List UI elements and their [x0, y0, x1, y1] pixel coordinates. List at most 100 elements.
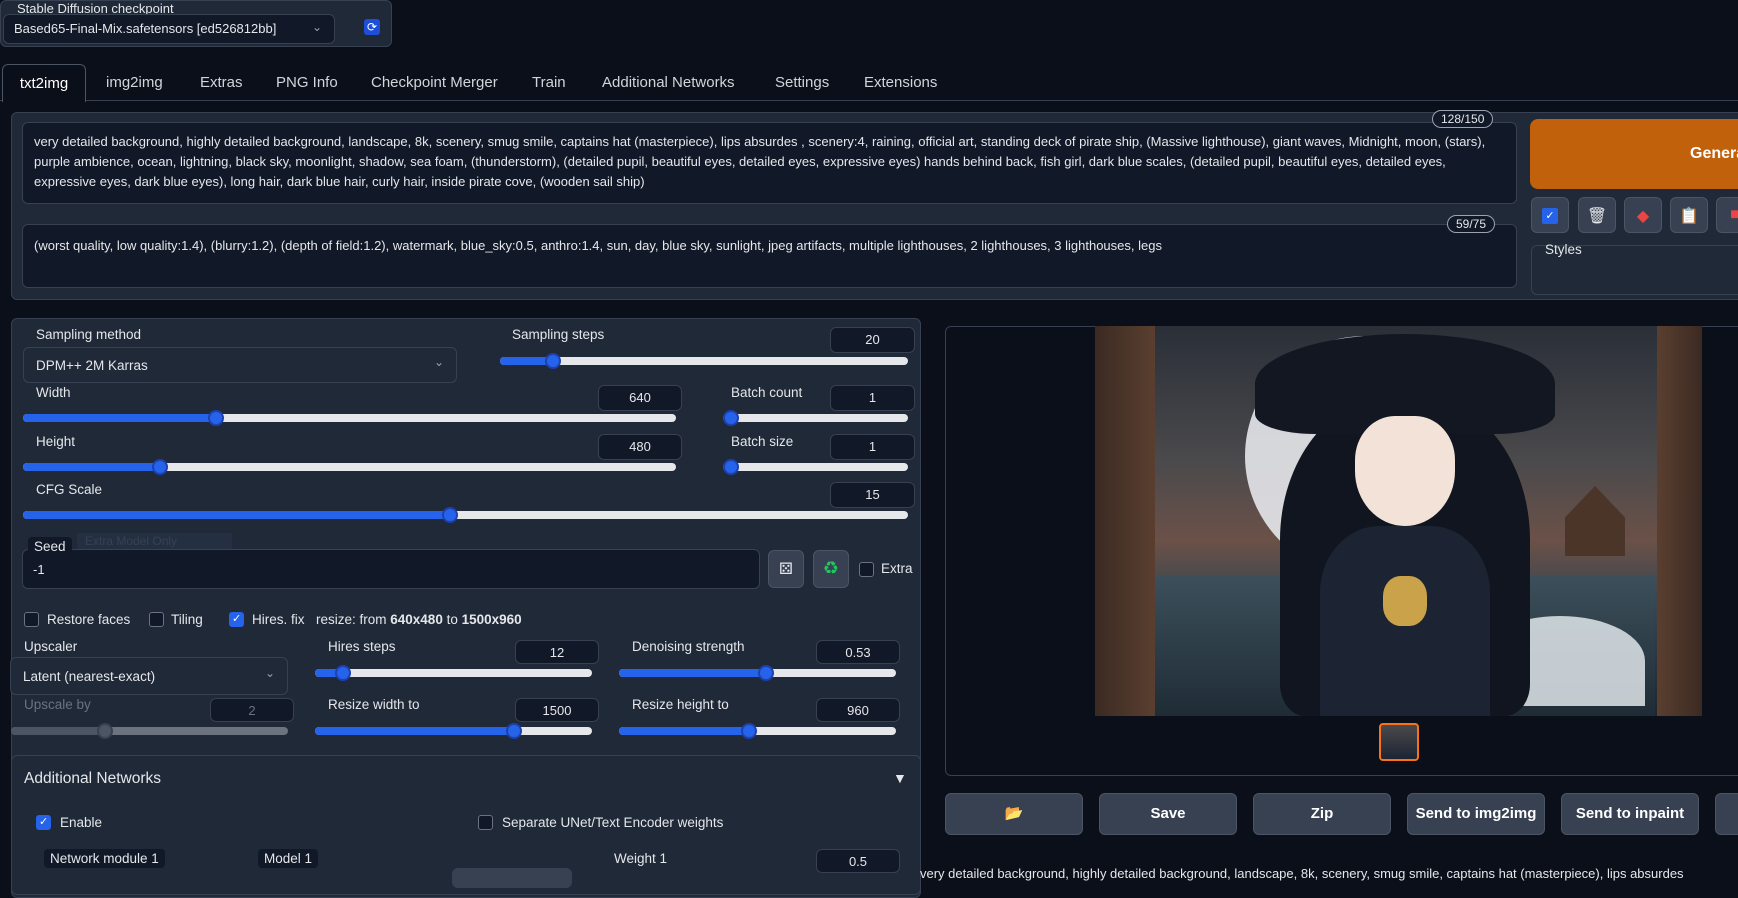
separate-weights-label: Separate UNet/Text Encoder weights	[502, 815, 724, 830]
model-refresh-button[interactable]	[452, 868, 572, 888]
refresh-icon[interactable]: ⟳	[364, 19, 380, 35]
resize-height-label: Resize height to	[626, 695, 735, 714]
save-style-icon[interactable]: ■	[1716, 197, 1738, 233]
resize-width-input[interactable]: 1500	[515, 698, 599, 722]
save-button[interactable]: Save	[1099, 793, 1237, 835]
tab-train[interactable]: Train	[532, 66, 566, 100]
recycle-icon[interactable]: ♻	[813, 550, 849, 588]
open-folder-button[interactable]: 📂	[945, 793, 1083, 835]
seed-label: Seed	[28, 537, 72, 556]
slider-thumb[interactable]	[545, 353, 562, 369]
cove-wall-left	[1095, 326, 1155, 716]
extra-seed-label: Extra	[881, 561, 913, 576]
width-input[interactable]: 640	[598, 385, 682, 411]
hut	[1565, 486, 1625, 556]
cfg-scale-slider[interactable]	[23, 507, 908, 523]
resize-height-input[interactable]: 960	[816, 698, 900, 722]
hires-steps-input[interactable]: 12	[515, 640, 599, 664]
negative-token-counter: 59/75	[1447, 215, 1496, 233]
generate-button[interactable]: Generate	[1530, 119, 1738, 189]
slider-thumb[interactable]	[334, 665, 351, 681]
tab-additional-networks[interactable]: Additional Networks	[602, 66, 735, 100]
height-label: Height	[30, 432, 82, 451]
negative-prompt-text: (worst quality, low quality:1.4), (blurr…	[34, 238, 1162, 253]
slider-thumb[interactable]	[723, 459, 739, 475]
batch-count-input[interactable]: 1	[830, 385, 915, 411]
slider-thumb[interactable]	[723, 410, 739, 426]
batch-size-input[interactable]: 1	[830, 434, 915, 460]
collapse-triangle-icon[interactable]: ▼	[893, 770, 907, 786]
upscaler-select[interactable]: Latent (nearest-exact) ⌄	[10, 657, 288, 695]
slider-thumb[interactable]	[757, 665, 774, 681]
cfg-scale-input[interactable]: 15	[830, 482, 915, 508]
negative-prompt-textarea[interactable]: (worst quality, low quality:1.4), (blurr…	[22, 224, 1517, 288]
dice-icon[interactable]: ⚄	[768, 550, 804, 588]
hires-steps-slider[interactable]	[315, 665, 592, 681]
send-to-img2img-button[interactable]: Send to img2img	[1407, 793, 1545, 835]
trash-icon[interactable]: 🗑	[1578, 197, 1616, 233]
batch-size-slider[interactable]	[723, 459, 908, 475]
extra-networks-icon[interactable]: ◆	[1624, 197, 1662, 233]
slider-thumb[interactable]	[152, 459, 169, 475]
upscaler-value: Latent (nearest-exact)	[23, 669, 156, 684]
height-slider[interactable]	[23, 459, 676, 475]
cfg-scale-label: CFG Scale	[30, 480, 109, 499]
send-to-inpaint-button[interactable]: Send to inpaint	[1561, 793, 1699, 835]
tab-extras[interactable]: Extras	[200, 66, 243, 100]
tab-checkpoint-merger[interactable]: Checkpoint Merger	[371, 66, 498, 100]
prompt-textarea[interactable]: very detailed background, highly detaile…	[22, 122, 1517, 204]
tab-extensions[interactable]: Extensions	[864, 66, 937, 100]
styles-label: Styles	[1545, 242, 1582, 257]
sampling-steps-input[interactable]: 20	[830, 327, 915, 353]
batch-count-slider[interactable]	[723, 410, 908, 426]
tab-settings[interactable]: Settings	[775, 66, 829, 100]
seed-input[interactable]: -1	[22, 549, 760, 589]
seed-value: -1	[33, 562, 45, 577]
tab-bar-line	[0, 100, 1738, 101]
upscale-by-slider[interactable]	[11, 723, 288, 739]
tiling-checkbox[interactable]	[149, 612, 164, 627]
weight-input[interactable]: 0.5	[816, 849, 900, 873]
restore-faces-checkbox[interactable]	[24, 612, 39, 627]
extra-seed-checkbox[interactable]	[859, 562, 874, 577]
hires-fix-checkbox[interactable]	[229, 612, 244, 627]
checkbox-style-icon[interactable]: ✓	[1531, 197, 1569, 233]
sampling-steps-slider[interactable]	[500, 353, 908, 369]
network-module-label: Network module 1	[44, 849, 165, 868]
gallery-thumbnail[interactable]	[1379, 723, 1419, 761]
sampling-method-select[interactable]: DPM++ 2M Karras ⌄	[23, 347, 457, 383]
enable-checkbox[interactable]	[36, 815, 51, 830]
chevron-down-icon: ⌄	[311, 20, 322, 34]
sampling-method-label: Sampling method	[30, 325, 148, 344]
zip-button[interactable]: Zip	[1253, 793, 1391, 835]
tab-img2img[interactable]: img2img	[106, 66, 163, 100]
resize-width-label: Resize width to	[322, 695, 426, 714]
tab-png-info[interactable]: PNG Info	[276, 66, 338, 100]
tiling-label: Tiling	[171, 612, 203, 627]
batch-count-label: Batch count	[725, 383, 809, 402]
additional-networks-title: Additional Networks	[24, 770, 161, 787]
checkpoint-select[interactable]: Based65-Final-Mix.safetensors [ed526812b…	[3, 14, 335, 44]
generated-image[interactable]	[1095, 326, 1702, 716]
send-to-extras-button[interactable]	[1715, 793, 1738, 835]
width-slider[interactable]	[23, 410, 676, 426]
width-label: Width	[30, 383, 77, 402]
sampling-method-value: DPM++ 2M Karras	[36, 358, 148, 373]
height-input[interactable]: 480	[598, 434, 682, 460]
batch-size-label: Batch size	[725, 432, 800, 451]
resize-summary: resize: from 640x480 to 1500x960	[316, 612, 522, 627]
resize-height-slider[interactable]	[619, 723, 896, 739]
sampling-steps-label: Sampling steps	[506, 325, 611, 344]
upscale-by-input[interactable]: 2	[210, 698, 294, 722]
output-generation-info: very detailed background, highly detaile…	[920, 866, 1684, 881]
clipboard-icon[interactable]: 📋	[1670, 197, 1708, 233]
hires-steps-label: Hires steps	[322, 637, 402, 656]
tab-txt2img[interactable]: txt2img	[2, 64, 86, 102]
separate-weights-checkbox[interactable]	[478, 815, 493, 830]
upscale-by-label: Upscale by	[24, 697, 91, 712]
girl-face	[1355, 416, 1455, 526]
denoising-strength-input[interactable]: 0.53	[816, 640, 900, 664]
resize-width-slider[interactable]	[315, 723, 592, 739]
model-label: Model 1	[258, 849, 319, 868]
denoising-strength-slider[interactable]	[619, 665, 896, 681]
